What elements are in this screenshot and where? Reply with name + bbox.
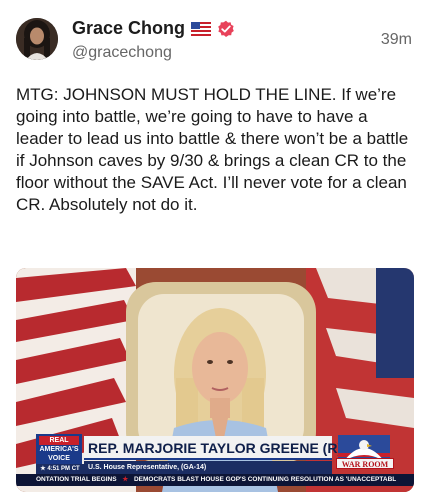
avatar-image (16, 18, 58, 60)
verified-badge-icon (217, 20, 235, 38)
broadcast-time-text: 4:51 PM CT (47, 466, 80, 472)
post-text: MTG: JOHNSON MUST HOLD THE LINE. If we’r… (16, 85, 409, 214)
network-logo-line3: VOICE (48, 455, 70, 462)
timestamp[interactable]: 39m (381, 31, 412, 49)
network-logo-line1: REAL (39, 436, 79, 445)
avatar[interactable] (16, 18, 58, 60)
show-logo: WAR ROOM (336, 458, 394, 469)
network-logo: REAL AMERICA'S VOICE (36, 434, 82, 464)
post-media-video[interactable]: REAL AMERICA'S VOICE REP. MARJORIE TAYLO… (16, 268, 414, 492)
star-icon: ★ (40, 466, 46, 472)
handle[interactable]: @gracechong (72, 44, 172, 62)
display-name[interactable]: Grace Chong (72, 18, 185, 39)
news-ticker: ONTATION TRIAL BEGINS ★ DEMOCRATS BLAST … (16, 474, 414, 486)
post-card: Grace Chong @gracechong 39m MTG: JOHNSON… (0, 0, 430, 500)
author-name-row: Grace Chong (72, 18, 235, 39)
lower-third-subtitle: U.S. House Representative, (GA-14) (84, 461, 332, 474)
lower-third-nameplate: REP. MARJORIE TAYLOR GREENE (R) (84, 436, 342, 460)
network-logo-line2: AMERICA'S (39, 446, 79, 453)
ticker-item: ONTATION TRIAL BEGINS (36, 476, 117, 483)
ticker-separator-icon: ★ (122, 476, 129, 483)
broadcast-time: ★ 4:51 PM CT (36, 464, 84, 474)
ticker-item: DEMOCRATS BLAST HOUSE GOP'S CONTINUING R… (133, 476, 397, 483)
us-flag-icon (191, 21, 212, 36)
